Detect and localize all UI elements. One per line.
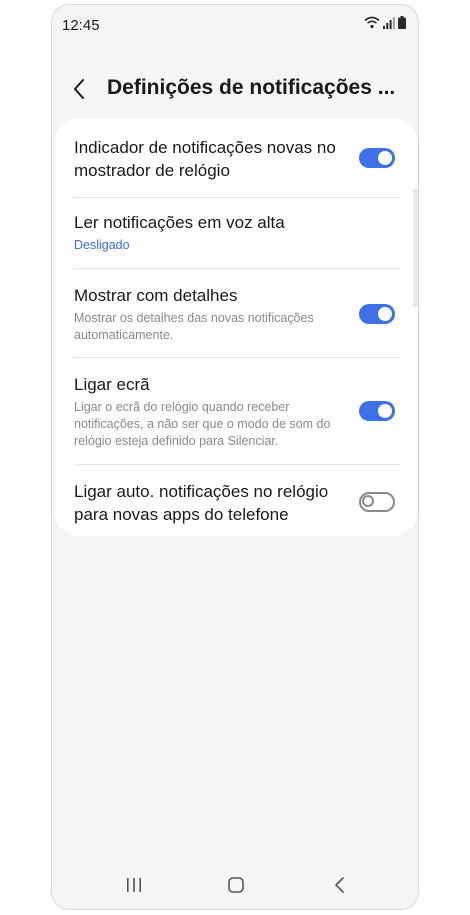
setting-title: Ler notificações em voz alta	[74, 213, 285, 232]
side-button	[413, 190, 419, 306]
status-bar: 12:45	[52, 5, 418, 45]
setting-description: Ligar o ecrã do relógio quando receber n…	[74, 400, 331, 448]
navigation-bar	[52, 861, 418, 909]
notification-indicator-toggle[interactable]	[359, 148, 395, 168]
recent-apps-icon[interactable]	[122, 873, 146, 897]
setting-title: Indicador de notificações novas no mostr…	[74, 138, 336, 180]
setting-title: Ligar ecrã	[74, 375, 150, 394]
phone-screen: 12:45 Definições de notificações ... Ind…	[51, 4, 419, 910]
home-icon[interactable]	[224, 873, 248, 897]
divider	[74, 357, 400, 358]
divider	[74, 464, 400, 465]
status-time: 12:45	[62, 17, 100, 34]
setting-turn-on-screen[interactable]: Ligar ecrã Ligar o ecrã do relógio quand…	[74, 373, 350, 450]
toggle-knob	[378, 404, 392, 418]
toggle-knob	[362, 495, 374, 507]
setting-read-aloud[interactable]: Ler notificações em voz alta Desligado	[74, 211, 400, 254]
setting-status: Desligado	[74, 238, 130, 252]
turn-on-screen-toggle[interactable]	[359, 401, 395, 421]
divider	[74, 197, 400, 198]
battery-icon	[398, 16, 406, 29]
setting-auto-notifications[interactable]: Ligar auto. notificações no relógio para…	[74, 480, 350, 526]
divider	[74, 268, 400, 269]
back-icon[interactable]	[328, 873, 352, 897]
setting-title: Mostrar com detalhes	[74, 286, 238, 305]
wifi-icon	[364, 16, 380, 29]
status-icons	[364, 16, 406, 29]
toggle-knob	[378, 307, 392, 321]
setting-show-details[interactable]: Mostrar com detalhes Mostrar os detalhes…	[74, 284, 344, 344]
back-arrow-icon[interactable]	[68, 75, 92, 103]
auto-notifications-toggle[interactable]	[359, 492, 395, 512]
toggle-knob	[378, 151, 392, 165]
signal-icon	[383, 17, 395, 29]
show-details-toggle[interactable]	[359, 304, 395, 324]
app-header: Definições de notificações ...	[52, 67, 418, 111]
page-title: Definições de notificações ...	[107, 76, 396, 99]
setting-description: Mostrar os detalhes das novas notificaçõ…	[74, 311, 314, 342]
setting-notification-indicator[interactable]: Indicador de notificações novas no mostr…	[74, 136, 344, 182]
setting-title: Ligar auto. notificações no relógio para…	[74, 482, 329, 524]
settings-card: Indicador de notificações novas no mostr…	[55, 118, 417, 536]
